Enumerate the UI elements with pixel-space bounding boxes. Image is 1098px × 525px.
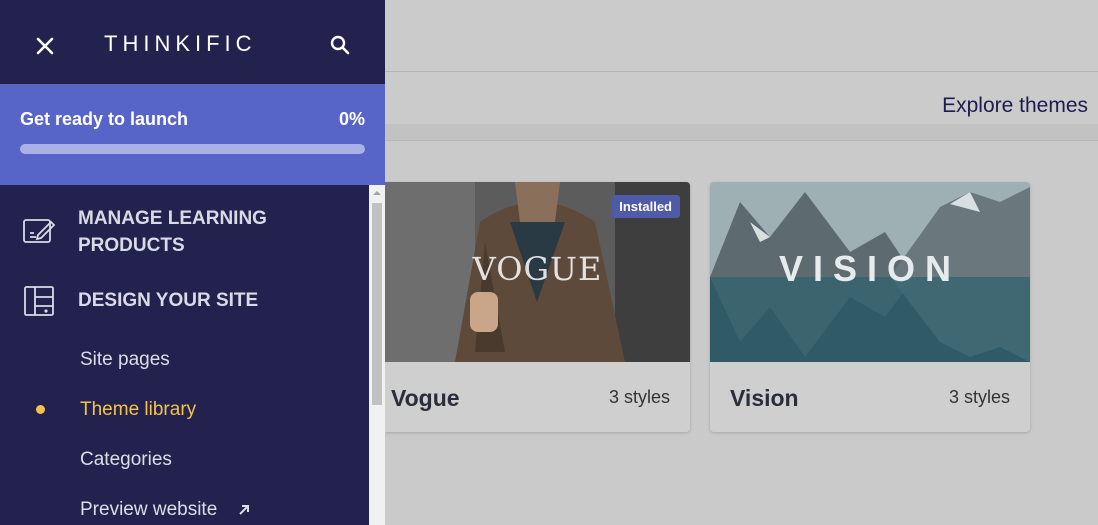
scrollbar-thumb[interactable]	[372, 203, 382, 405]
main-topbar	[385, 0, 1098, 72]
nav-item-preview-website[interactable]: Preview website	[80, 499, 217, 521]
nav-item-site-pages[interactable]: Site pages	[80, 349, 170, 371]
active-indicator-dot	[36, 405, 45, 414]
sidebar: THINKIFIC Get ready to launch 0% MANAGE …	[0, 0, 385, 525]
launch-progress-panel[interactable]: Get ready to launch 0%	[0, 84, 385, 185]
launch-percent: 0%	[338, 109, 365, 129]
nav-item-categories[interactable]: Categories	[80, 449, 172, 471]
sidebar-scrollbar[interactable]	[369, 185, 385, 525]
vision-thumbnail: VISION	[710, 182, 1030, 362]
vogue-thumb-title: VOGUE	[472, 250, 603, 288]
theme-styles-count: 3 styles	[608, 387, 670, 407]
launch-progress-bar	[20, 144, 365, 154]
sidebar-nav: MANAGE LEARNING PRODUCTS DESIGN YOUR SIT…	[0, 185, 369, 525]
nav-section-label: DESIGN YOUR SITE	[78, 290, 259, 311]
installed-badge: Installed	[611, 195, 680, 218]
edit-document-icon	[22, 213, 56, 247]
theme-card-vision[interactable]: VISION Vision 3 styles	[710, 182, 1030, 432]
launch-title: Get ready to launch	[20, 109, 189, 129]
theme-name: Vogue	[391, 385, 460, 411]
theme-name: Vision	[730, 385, 799, 411]
explore-themes-link[interactable]: Explore themes	[942, 94, 1088, 118]
vogue-thumbnail: Installed VOGUE	[385, 182, 690, 362]
nav-manage-learning-products[interactable]: MANAGE LEARNING PRODUCTS	[0, 205, 369, 265]
header-divider	[385, 124, 1098, 141]
nav-design-your-site[interactable]: DESIGN YOUR SITE	[0, 285, 369, 319]
thinkific-logo: THINKIFIC	[104, 31, 257, 56]
close-icon[interactable]	[33, 34, 57, 58]
scroll-up-arrow-icon[interactable]	[369, 185, 385, 201]
theme-card-vogue[interactable]: Installed VOGUE Vogue 3 styles	[385, 182, 690, 432]
vision-thumb-title: VISION	[778, 248, 962, 289]
layout-icon	[22, 285, 56, 319]
theme-styles-count: 3 styles	[948, 387, 1010, 407]
nav-item-theme-library[interactable]: Theme library	[80, 399, 196, 421]
nav-section-label: MANAGE LEARNING PRODUCTS	[78, 208, 267, 256]
search-icon[interactable]	[328, 33, 352, 57]
sidebar-header: THINKIFIC	[0, 0, 385, 84]
external-link-icon	[236, 502, 252, 518]
main-content: Explore themes Installed VOGUE Vogue 3 s…	[385, 0, 1098, 525]
